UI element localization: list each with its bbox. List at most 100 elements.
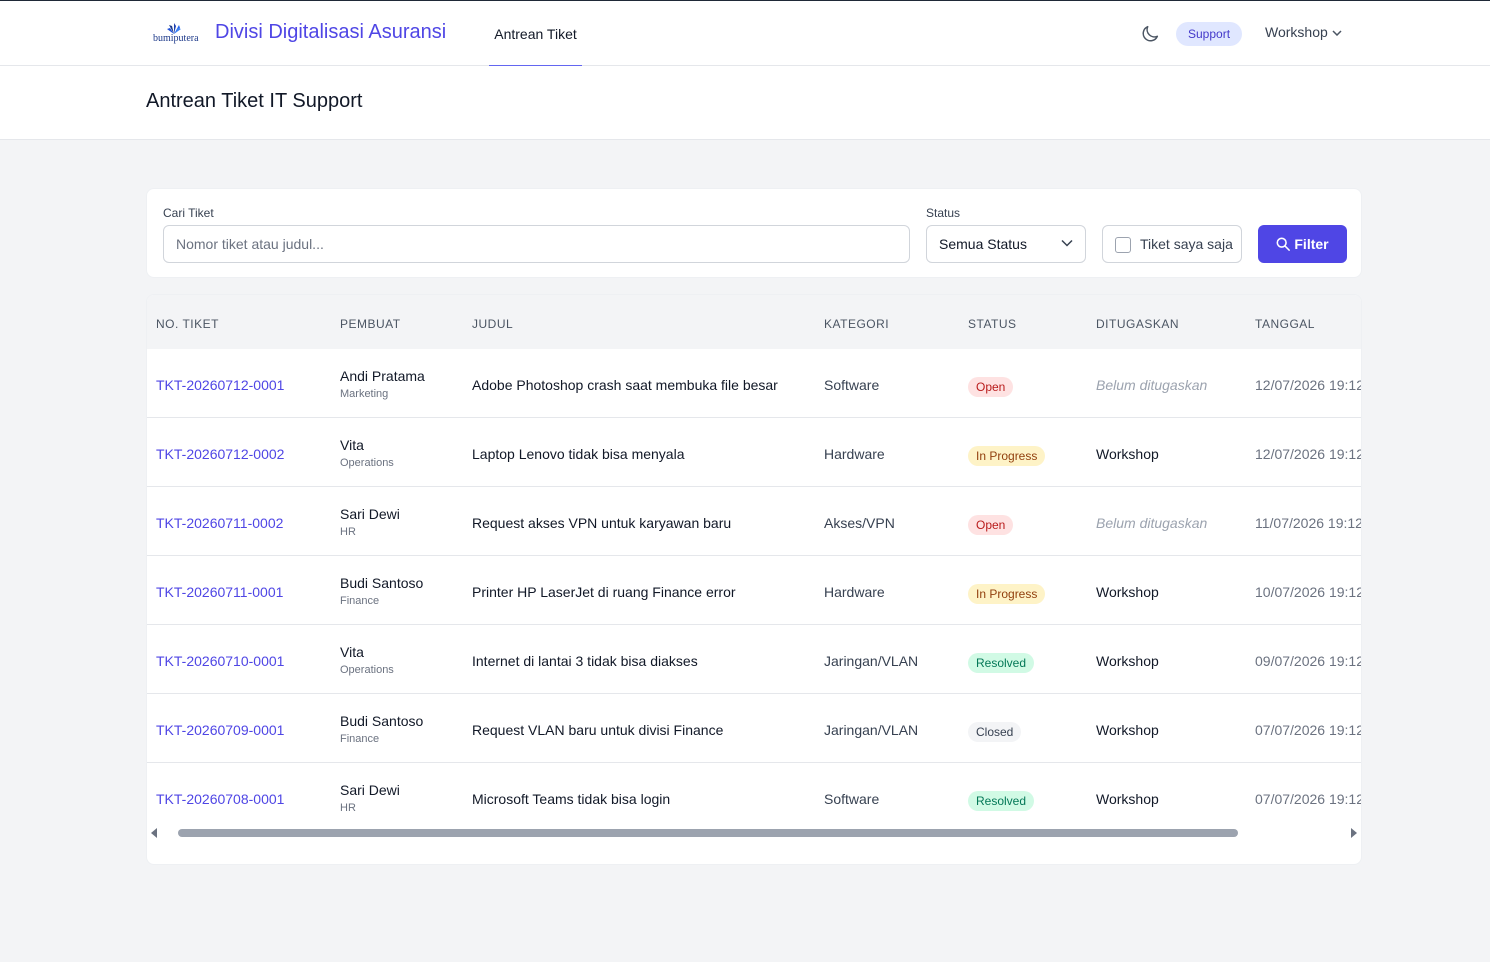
table-row[interactable]: TKT-20260710-0001 Vita Operations Internet …	[147, 625, 1362, 694]
creator-name: Budi Santoso	[340, 713, 424, 729]
scroll-right-arrow-icon[interactable]	[1351, 828, 1357, 838]
table-row[interactable]: TKT-20260708-0001 Sari Dewi HR Microsoft Te…	[147, 763, 1362, 832]
ticket-date: 12/07/2026 19:12	[1255, 377, 1362, 393]
status-badge: In Progress	[968, 584, 1046, 604]
ticket-date: 09/07/2026 19:12	[1255, 653, 1362, 669]
ticket-number-link[interactable]: TKT-20260711-0001	[156, 584, 283, 600]
creator-department: HR	[340, 526, 356, 538]
tab-antrean-tiket[interactable]: Antrean Tiket	[489, 1, 582, 67]
creator-name: Budi Santoso	[340, 575, 424, 591]
ticket-date: 12/07/2026 19:12	[1255, 446, 1362, 462]
creator-department: Operations	[340, 664, 394, 676]
scrollbar-thumb[interactable]	[178, 829, 1238, 837]
ticket-title: Adobe Photoshop crash saat membuka file …	[472, 377, 778, 393]
search-icon	[1276, 237, 1291, 252]
filter-button[interactable]: Filter	[1258, 225, 1347, 263]
creator-department: Operations	[340, 457, 394, 469]
search-input[interactable]	[163, 225, 910, 263]
ticket-number-link[interactable]: TKT-20260709-0001	[156, 722, 284, 738]
ticket-category: Akses/VPN	[824, 515, 895, 531]
creator-name: Sari Dewi	[340, 506, 400, 522]
status-badge: Open	[968, 377, 1014, 397]
top-navbar: bumiputera Divisi Digitalisasi Asuransi …	[0, 0, 1490, 67]
search-label: Cari Tiket	[163, 206, 214, 220]
ticket-category: Jaringan/VLAN	[824, 722, 919, 738]
ticket-number-link[interactable]: TKT-20260710-0001	[156, 653, 284, 669]
assigned-to: Workshop	[1096, 722, 1159, 738]
ticket-category: Software	[824, 791, 880, 807]
creator-department: Marketing	[340, 388, 389, 400]
ticket-category: Hardware	[824, 584, 885, 600]
table-header: NO. TIKET PEMBUAT JUDUL KATEGORI STATUS …	[147, 295, 1361, 349]
ticket-title: Request akses VPN untuk karyawan baru	[472, 515, 732, 531]
column-header-no[interactable]: NO. TIKET	[156, 317, 219, 331]
ticket-number-link[interactable]: TKT-20260712-0002	[156, 446, 284, 462]
ticket-date: 11/07/2026 19:12	[1255, 515, 1362, 531]
logo-text: bumiputera	[153, 33, 199, 44]
column-header-title[interactable]: JUDUL	[472, 317, 513, 331]
company-logo[interactable]: bumiputera	[153, 21, 201, 47]
moon-icon	[1142, 25, 1159, 42]
my-tickets-label: Tiket saya saja	[1140, 236, 1233, 252]
user-menu[interactable]: Workshop	[1265, 24, 1342, 40]
ticket-date: 10/07/2026 19:12	[1255, 584, 1362, 600]
status-select[interactable]: Semua Status	[926, 225, 1086, 263]
filter-card: Cari Tiket Status Semua Status Tiket say…	[146, 188, 1362, 278]
ticket-date: 07/07/2026 19:12	[1255, 722, 1362, 738]
scroll-left-arrow-icon[interactable]	[151, 828, 157, 838]
creator-name: Andi Pratama	[340, 368, 425, 384]
table-row[interactable]: TKT-20260711-0001 Budi Santoso Finance Prin…	[147, 556, 1362, 625]
chevron-down-icon	[1061, 239, 1073, 247]
status-badge: Open	[968, 515, 1014, 535]
creator-department: Finance	[340, 595, 380, 607]
assigned-to: Workshop	[1096, 446, 1159, 462]
status-badge: Resolved	[968, 791, 1035, 811]
status-badge: In Progress	[968, 446, 1046, 466]
brand-title[interactable]: Divisi Digitalisasi Asuransi	[215, 21, 446, 44]
ticket-title: Request VLAN baru untuk divisi Finance	[472, 722, 724, 738]
filter-button-label: Filter	[1294, 236, 1329, 252]
ticket-number-link[interactable]: TKT-20260712-0001	[156, 377, 284, 393]
status-label: Status	[926, 206, 961, 220]
table-row[interactable]: TKT-20260711-0002 Sari Dewi HR Request akse…	[147, 487, 1362, 556]
column-header-assigned[interactable]: DITUGASKAN	[1096, 317, 1179, 331]
column-header-status[interactable]: STATUS	[968, 317, 1017, 331]
assigned-to: Workshop	[1096, 653, 1159, 669]
assigned-to: Workshop	[1096, 584, 1159, 600]
dark-mode-toggle[interactable]	[1139, 23, 1161, 45]
assigned-to: Belum ditugaskan	[1096, 515, 1208, 531]
assigned-to: Workshop	[1096, 791, 1159, 807]
page-title: Antrean Tiket IT Support	[146, 90, 363, 112]
ticket-category: Jaringan/VLAN	[824, 653, 919, 669]
chevron-down-icon	[1332, 30, 1342, 37]
ticket-number-link[interactable]: TKT-20260708-0001	[156, 791, 284, 807]
page-header: Antrean Tiket IT Support	[0, 66, 1490, 140]
ticket-number-link[interactable]: TKT-20260711-0002	[156, 515, 283, 531]
horizontal-scrollbar[interactable]	[147, 826, 1361, 840]
ticket-table: NO. TIKET PEMBUAT JUDUL KATEGORI STATUS …	[146, 294, 1362, 865]
creator-name: Vita	[340, 644, 364, 660]
creator-department: Finance	[340, 733, 380, 745]
ticket-date: 07/07/2026 19:12	[1255, 791, 1362, 807]
ticket-category: Software	[824, 377, 880, 393]
table-row[interactable]: TKT-20260712-0002 Vita Operations Laptop Le…	[147, 418, 1362, 487]
assigned-to: Belum ditugaskan	[1096, 377, 1208, 393]
ticket-category: Hardware	[824, 446, 885, 462]
creator-name: Sari Dewi	[340, 782, 400, 798]
status-badge: Closed	[968, 722, 1022, 742]
table-row[interactable]: TKT-20260712-0001 Andi Pratama Marketing Ad…	[147, 349, 1362, 418]
my-tickets-checkbox[interactable]	[1115, 237, 1131, 253]
ticket-title: Laptop Lenovo tidak bisa menyala	[472, 446, 685, 462]
role-badge: Support	[1176, 22, 1243, 46]
status-select-value: Semua Status	[939, 236, 1027, 252]
creator-name: Vita	[340, 437, 364, 453]
column-header-category[interactable]: KATEGORI	[824, 317, 889, 331]
ticket-title: Microsoft Teams tidak bisa login	[472, 791, 671, 807]
creator-department: HR	[340, 802, 356, 814]
column-header-date[interactable]: TANGGAL	[1255, 317, 1315, 331]
my-tickets-toggle[interactable]: Tiket saya saja	[1102, 225, 1242, 263]
table-row[interactable]: TKT-20260709-0001 Budi Santoso Finance Requ…	[147, 694, 1362, 763]
column-header-creator[interactable]: PEMBUAT	[340, 317, 401, 331]
ticket-title: Printer HP LaserJet di ruang Finance err…	[472, 584, 736, 600]
ticket-title: Internet di lantai 3 tidak bisa diakses	[472, 653, 698, 669]
